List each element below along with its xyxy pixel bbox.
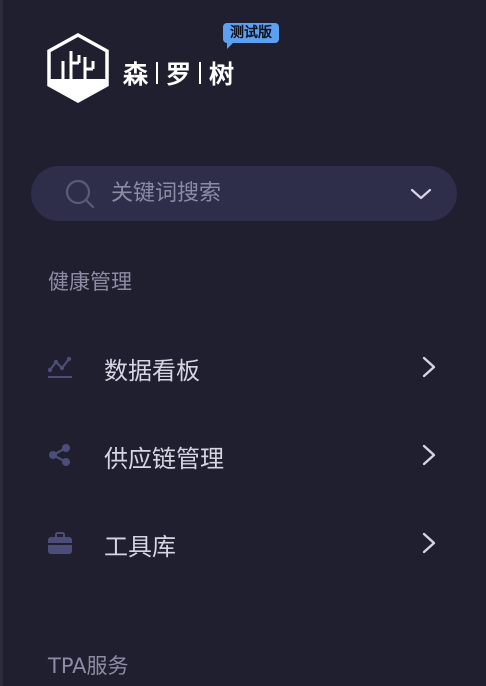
menu-item-toolbox[interactable]: 工具库 bbox=[0, 513, 486, 573]
brand-char-2: 罗 bbox=[166, 60, 192, 89]
chevron-right-icon bbox=[422, 444, 436, 466]
section-title-health: 健康管理 bbox=[48, 270, 132, 294]
logo-mark-icon bbox=[47, 33, 109, 103]
brand-divider bbox=[156, 62, 159, 84]
menu-item-label: 供应链管理 bbox=[104, 445, 224, 473]
briefcase-icon bbox=[48, 532, 72, 554]
brand-char-3: 树 bbox=[209, 60, 235, 89]
chevron-right-icon bbox=[422, 356, 436, 378]
menu-item-supply-chain[interactable]: 供应链管理 bbox=[0, 425, 486, 485]
brand-divider bbox=[199, 62, 202, 84]
search-input[interactable] bbox=[111, 166, 391, 221]
menu-item-dashboard[interactable]: 数据看板 bbox=[0, 337, 486, 397]
chart-line-icon bbox=[47, 356, 72, 378]
chevron-right-icon bbox=[422, 532, 436, 554]
brand-char-1: 森 bbox=[123, 60, 149, 89]
menu-item-label: 工具库 bbox=[104, 533, 176, 561]
menu-item-label: 数据看板 bbox=[104, 357, 200, 385]
search-icon bbox=[65, 179, 95, 209]
share-nodes-icon bbox=[49, 444, 70, 466]
beta-badge: 测试版 bbox=[223, 23, 279, 49]
search-bar[interactable] bbox=[31, 166, 457, 221]
chevron-down-icon[interactable] bbox=[410, 186, 432, 202]
section-title-tpa: TPA服务 bbox=[48, 654, 129, 678]
brand-name: 森 罗 树 bbox=[123, 55, 234, 91]
